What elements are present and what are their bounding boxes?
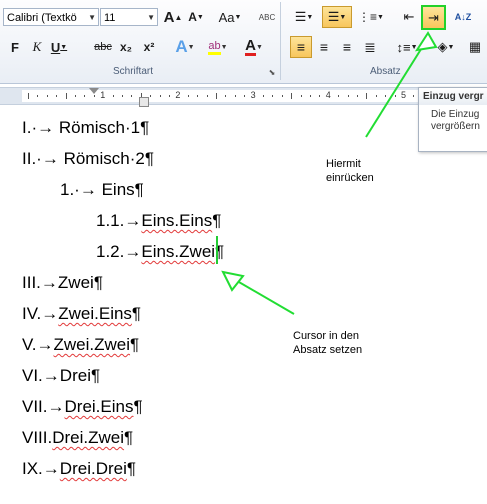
arrow-to-indent-head: [414, 31, 438, 52]
arrow-to-cursor: [231, 277, 295, 315]
annotation-arrows: [221, 31, 438, 315]
arrow-to-indent-button: [365, 37, 429, 138]
arrow-to-cursor-head: [221, 270, 245, 292]
